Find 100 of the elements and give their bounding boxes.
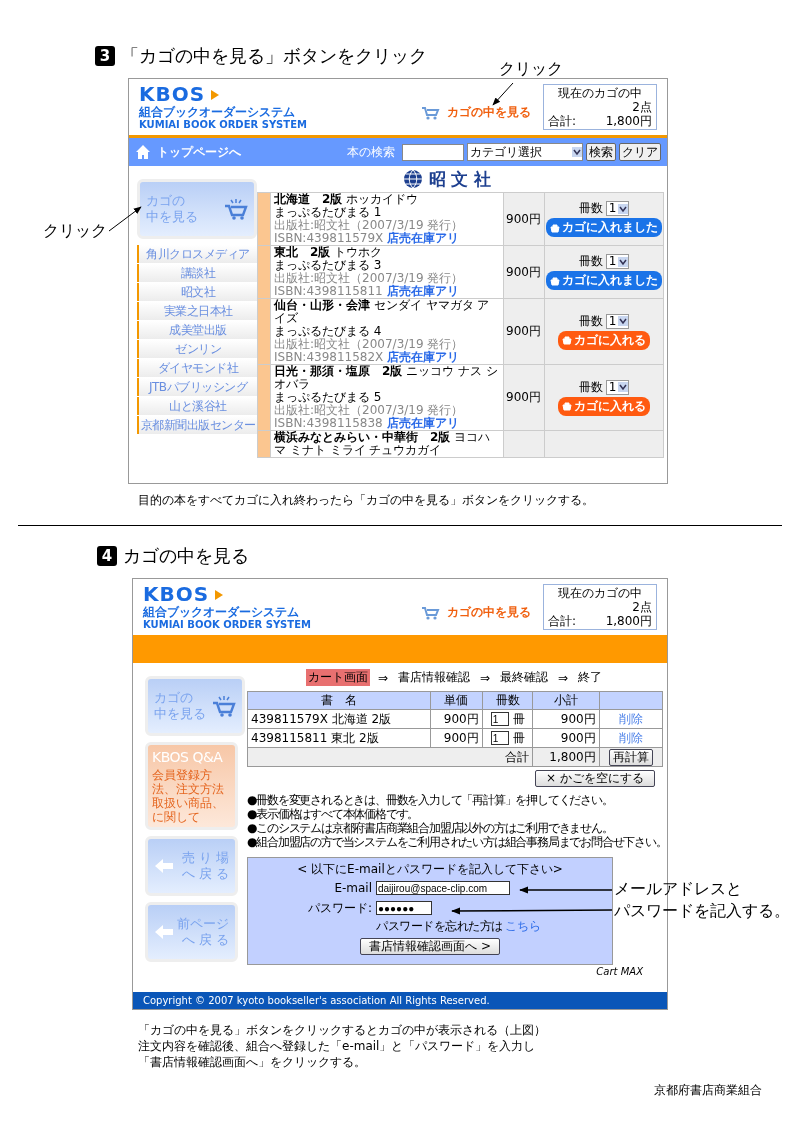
basket-icon[interactable]	[550, 275, 560, 286]
caret-icon[interactable]	[572, 147, 582, 157]
quantity-select[interactable]: 1	[605, 379, 630, 395]
top-page-link[interactable]: トップページへ	[157, 143, 241, 161]
home-icon[interactable]	[135, 144, 151, 160]
search-button[interactable]: 検索	[586, 143, 616, 161]
publisher-name: 昭 文 社	[428, 169, 492, 189]
logo-english: KUMIAI BOOK ORDER SYSTEM	[143, 619, 311, 630]
cart-icon[interactable]	[224, 198, 248, 220]
publisher-link[interactable]: 山と溪谷社	[137, 397, 257, 415]
publisher-link[interactable]: 昭文社	[137, 283, 257, 301]
stock-link[interactable]: 店売在庫アリ	[386, 416, 459, 430]
step-arrow: ⇒	[479, 670, 491, 685]
category-select[interactable]: カテゴリ選択	[467, 143, 583, 161]
note-text: ●組合加盟店の方で当システムをご利用されたい方は組合事務局までお問合せ下さい。	[247, 835, 667, 849]
checkout-step: カート画面	[305, 669, 370, 686]
here-link[interactable]: こちら	[504, 919, 541, 933]
isbn-text: ISBN:439811579X	[274, 231, 384, 245]
basket-icon[interactable]	[562, 401, 572, 411]
note-text: ●表示価格はすべて本体価格です。	[247, 807, 420, 821]
table-cell: 900円	[430, 709, 483, 729]
column-header: 書 名	[247, 691, 431, 710]
publisher-link[interactable]: 講談社	[137, 264, 257, 282]
quantity-select[interactable]: 1	[605, 313, 630, 329]
table-cell: 900円	[532, 709, 600, 729]
password-label: パスワード:	[308, 899, 372, 917]
publisher-link[interactable]: 実業之日本社	[137, 302, 257, 320]
quantity-label: 冊数	[578, 255, 603, 268]
password-field[interactable]: ●●●●●●	[376, 901, 432, 915]
column-header: 小計	[532, 691, 600, 710]
logo-english: KUMIAI BOOK ORDER SYSTEM	[139, 119, 307, 130]
note-text: ●このシステムは京都府書店商業組合加盟店以外の方はご利用できません。	[247, 821, 614, 835]
isbn-text: ISBN:439811582X	[274, 350, 384, 364]
step-title: カゴの中を見る	[123, 544, 249, 568]
copyright-bar: Copyright © 2007 kyoto bookseller's association All Rights Reserved.	[133, 992, 667, 1009]
logo-text: KBOS	[143, 584, 210, 605]
add-to-cart-button[interactable]: カゴに入れました	[546, 218, 662, 237]
add-to-cart-button[interactable]: カゴに入れる	[558, 396, 650, 416]
book-title: 日光・那須・塩原 2版 ニッコウ ナス シオバラ	[274, 365, 499, 391]
logo-subtitle: 組合ブックオーダーシステム	[139, 105, 296, 119]
publisher-link[interactable]: 角川クロスメディア	[137, 245, 257, 263]
empty-cart-button[interactable]: × かごを空にする	[535, 770, 655, 787]
quantity-label: 冊数	[578, 314, 603, 328]
view-cart-link[interactable]: カゴの中を見る	[447, 103, 531, 121]
triangle-icon	[215, 589, 224, 600]
clear-button[interactable]: クリア	[619, 143, 661, 161]
isbn-text: ISBN:4398115811	[274, 284, 383, 298]
item-count: 2点	[631, 100, 652, 114]
book-title: 北海道 2版 ホッカイドウ	[274, 193, 420, 206]
quantity-field[interactable]: 1	[490, 712, 509, 726]
isbn-text: ISBN:4398115838	[274, 416, 383, 430]
book-series: まっぷるたびまる 4	[274, 325, 383, 338]
publisher-link[interactable]: JTBパブリッシング	[137, 378, 257, 396]
quantity-field[interactable]: 1	[490, 731, 509, 745]
faq-button[interactable]: KBOS Q&A 会員登録方法、注文方法 取扱い商品、に関して	[145, 742, 238, 830]
publisher-link[interactable]: ダイヤモンド社	[137, 359, 257, 377]
cart-icon[interactable]	[212, 695, 236, 717]
confirm-store-info-button[interactable]: 書店情報確認画面へ >	[360, 938, 500, 955]
callout-text: クリック	[43, 221, 107, 241]
stock-link[interactable]: 店売在庫アリ	[387, 231, 460, 245]
view-cart-link[interactable]: カゴの中を見る	[447, 603, 531, 621]
caret-icon[interactable]	[618, 382, 629, 392]
stock-link[interactable]: 店売在庫アリ	[387, 350, 460, 364]
recalculate-button[interactable]: 再計算	[608, 748, 653, 766]
checkout-step: 書店情報確認	[395, 669, 472, 686]
publisher-info: 出版社:昭文社（2007/3/19 発行）	[274, 272, 465, 285]
organization-name: 京都府書店商業組合	[654, 1082, 762, 1099]
login-instruction: < 以下にE-mailとパスワードを記入して下さい>	[297, 862, 563, 876]
step-title: 「カゴの中を見る」ボタンをクリック	[121, 44, 427, 68]
publisher-info: 出版社:昭文社（2007/3/19 発行）	[274, 338, 465, 351]
price-text: 900円	[506, 390, 541, 404]
price-text: 900円	[506, 324, 541, 338]
checkout-step: 終了	[576, 669, 605, 686]
step-arrow: ⇒	[377, 670, 388, 685]
logo-subtitle: 組合ブックオーダーシステム	[143, 605, 300, 619]
quantity-select[interactable]: 1	[605, 201, 630, 216]
publisher-link[interactable]: ゼンリン	[137, 340, 257, 358]
logo-text: KBOS	[139, 84, 206, 105]
quantity-select[interactable]: 1	[605, 254, 630, 269]
publisher-link[interactable]: 京都新聞出版センター	[137, 416, 257, 434]
basket-icon[interactable]	[550, 222, 560, 233]
unit-label: 冊	[512, 711, 525, 726]
cart-icon[interactable]	[421, 604, 441, 620]
stock-link[interactable]: 店売在庫アリ	[386, 284, 459, 298]
step-number: 3	[95, 46, 115, 66]
basket-icon[interactable]	[562, 335, 572, 345]
publisher-link[interactable]: 成美堂出版	[137, 321, 257, 339]
caret-icon[interactable]	[618, 316, 629, 326]
book-series: まっぷるたびまる 1	[274, 206, 383, 219]
add-to-cart-button[interactable]: カゴに入れる	[558, 330, 650, 350]
add-to-cart-button[interactable]: カゴに入れました	[546, 271, 662, 290]
email-field[interactable]: daijirou@space-clip.com	[376, 881, 510, 895]
caret-icon[interactable]	[618, 203, 629, 214]
summary-title: 現在のカゴの中	[557, 86, 643, 100]
unit-label: 冊	[512, 730, 525, 745]
caret-icon[interactable]	[618, 256, 629, 267]
callout-text: クリック	[499, 59, 563, 79]
publisher-info: 出版社:昭文社（2007/3/19 発行）	[274, 404, 465, 417]
cart-icon[interactable]	[421, 104, 441, 120]
search-field[interactable]	[402, 143, 464, 161]
